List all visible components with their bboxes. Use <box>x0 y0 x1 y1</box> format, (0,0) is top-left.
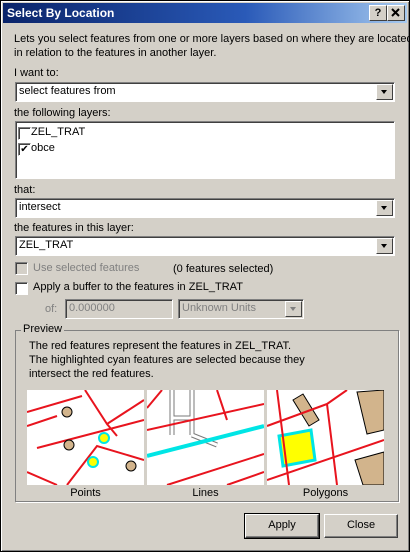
buffer-distance-input[interactable]: 0.000000 <box>65 299 173 319</box>
points-caption: Points <box>70 487 101 499</box>
preview-text-line-1: The red features represent the features … <box>29 340 292 352</box>
lines-preview <box>147 390 264 485</box>
use-selected-label: Use selected features <box>33 262 140 274</box>
title-bar[interactable]: Select By Location ? <box>3 3 407 23</box>
polygons-caption: Polygons <box>302 487 349 499</box>
close-icon <box>391 8 400 17</box>
chevron-down-icon[interactable] <box>376 238 393 254</box>
layer-label-zel-trat[interactable]: ZEL_TRAT <box>31 126 85 138</box>
close-button[interactable]: Close <box>324 514 398 538</box>
preview-text-line-3: intersect the red features. <box>29 368 154 380</box>
spatial-relationship-dropdown[interactable]: intersect <box>15 198 395 218</box>
selection-method-dropdown[interactable]: select features from <box>15 82 395 102</box>
close-window-button[interactable] <box>387 5 405 21</box>
target-layer-label: the features in this layer: <box>14 222 134 234</box>
chevron-down-icon[interactable] <box>285 301 302 317</box>
target-layer-value: ZEL_TRAT <box>19 239 74 251</box>
target-layer-dropdown[interactable]: ZEL_TRAT <box>15 236 395 256</box>
layers-list[interactable]: ZEL_TRAT ✔ obce <box>15 121 395 179</box>
buffer-of-label: of: <box>45 303 58 315</box>
points-preview-image <box>27 390 144 485</box>
polygons-preview <box>267 390 384 485</box>
use-selected-checkbox[interactable] <box>15 262 28 275</box>
i-want-to-label: I want to: <box>14 67 59 79</box>
following-layers-label: the following layers: <box>14 107 111 119</box>
apply-buffer-label: Apply a buffer to the features in ZEL_TR… <box>33 281 243 293</box>
selection-method-value: select features from <box>19 85 116 97</box>
layer-checkbox-obce[interactable]: ✔ <box>18 143 31 156</box>
spatial-relationship-value: intersect <box>19 201 61 213</box>
preview-title: Preview <box>21 323 65 335</box>
buffer-distance-value: 0.000000 <box>69 302 115 314</box>
buffer-units-value: Unknown Units <box>182 302 256 314</box>
preview-text-line-2: The highlighted cyan features are select… <box>29 354 305 366</box>
lines-caption: Lines <box>192 487 219 499</box>
buffer-units-dropdown[interactable]: Unknown Units <box>178 299 304 319</box>
layer-label-obce[interactable]: obce <box>31 142 55 154</box>
apply-button[interactable]: Apply <box>244 513 320 539</box>
selected-count: (0 features selected) <box>173 263 274 275</box>
lines-preview-image <box>147 390 264 485</box>
layer-checkbox-zel-trat[interactable] <box>18 127 31 140</box>
window-title: Select By Location <box>7 6 115 20</box>
apply-buffer-checkbox[interactable] <box>15 282 28 295</box>
that-label: that: <box>14 184 36 196</box>
chevron-down-icon[interactable] <box>376 200 393 216</box>
select-by-location-dialog: Select By Location ? Lets you select fea… <box>0 0 410 552</box>
chevron-down-icon[interactable] <box>376 84 393 100</box>
description-line-2: in relation to the features in another l… <box>14 47 217 59</box>
points-preview <box>27 390 144 485</box>
description-line-1: Lets you select features from one or mor… <box>14 33 410 45</box>
help-button[interactable]: ? <box>369 5 387 21</box>
polygons-preview-image <box>267 390 384 485</box>
